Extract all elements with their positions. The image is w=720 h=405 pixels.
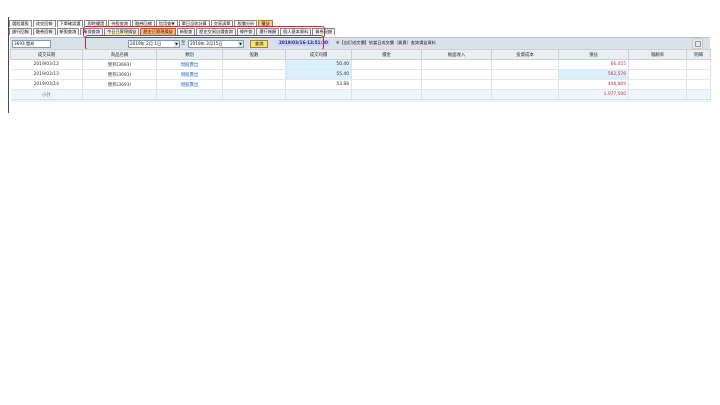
- table-header: 成交日期 商品名稱 類別 股數 成交均價 價金 帳面收入 投資成本 損益 報酬率…: [10, 49, 711, 60]
- menu-tab[interactable]: 下單確認選: [56, 20, 84, 27]
- cell-income: [421, 59, 492, 70]
- cell-cost: [491, 59, 559, 70]
- cell-return: [628, 59, 687, 70]
- col-header[interactable]: 帳面收入: [421, 49, 492, 60]
- stock-select-value: 3693 營邦: [14, 41, 35, 46]
- subtotal-label: 小計: [10, 89, 83, 100]
- cell-detail[interactable]: [686, 69, 711, 80]
- stock-select[interactable]: 3693 營邦: [12, 40, 51, 48]
- cell-empty: [82, 89, 157, 100]
- cell-avg-price: 50.40: [285, 59, 352, 70]
- cell-pnl: 448,869: [558, 79, 629, 90]
- col-header[interactable]: 投資成本: [491, 49, 559, 60]
- cell-detail[interactable]: [686, 59, 711, 70]
- cell-shares: [222, 79, 286, 90]
- col-header[interactable]: 商品名稱: [82, 49, 157, 60]
- menu-tab[interactable]: 成交回報: [32, 20, 56, 27]
- col-header[interactable]: 明細: [686, 49, 711, 60]
- cell-empty: [222, 89, 286, 100]
- cell-empty: [491, 89, 559, 100]
- col-header[interactable]: 報酬率: [628, 49, 687, 60]
- cell-empty: [628, 89, 687, 100]
- cell-name: 營邦(3693): [82, 59, 157, 70]
- col-header[interactable]: 類別: [156, 49, 223, 60]
- subtotal-row: 小計 1,077,500: [10, 89, 711, 100]
- col-header[interactable]: 股數: [222, 49, 286, 60]
- cell-type[interactable]: 現股賣出: [156, 69, 223, 80]
- cell-empty: [421, 89, 492, 100]
- cell-empty: [686, 89, 711, 100]
- query-tab[interactable]: 融券回報: [32, 28, 56, 35]
- cell-cost: [491, 79, 559, 90]
- col-header[interactable]: 成交均價: [285, 49, 352, 60]
- cell-amount: [351, 79, 422, 90]
- cell-income: [421, 69, 492, 80]
- highlight-box-query: [85, 35, 324, 50]
- window-restore-icon[interactable]: [692, 38, 703, 49]
- cell-date: 2019/03/14: [10, 79, 83, 90]
- cell-cost: [491, 69, 559, 80]
- cell-empty: [156, 89, 223, 100]
- cell-name: 營邦(3693): [82, 69, 157, 80]
- cell-pnl: 66,055: [558, 59, 629, 70]
- col-header[interactable]: 損益: [558, 49, 629, 60]
- cell-date: 2019/03/13: [10, 69, 83, 80]
- cell-avg-price: 55.40: [285, 69, 352, 80]
- cell-empty: [351, 89, 422, 100]
- cell-avg-price: 53.88: [285, 79, 352, 90]
- cell-type[interactable]: 現股賣出: [156, 59, 223, 70]
- price-note: ※【自訂成交價】依當日成交價（買賣）查詢損益資料: [336, 40, 436, 45]
- cell-pnl: 562,576: [558, 69, 629, 80]
- cell-return: [628, 79, 687, 90]
- cell-name: 營邦(3693): [82, 79, 157, 90]
- cell-return: [628, 69, 687, 80]
- table-row[interactable]: 2019/03/14 營邦(3693) 現股賣出 53.88 448,869: [10, 79, 711, 90]
- cell-type[interactable]: 現股賣出: [156, 79, 223, 90]
- menu-tab[interactable]: 選股選股: [9, 20, 32, 27]
- table-footer-band: [10, 99, 711, 102]
- cell-detail[interactable]: [686, 79, 711, 90]
- cell-amount: [351, 69, 422, 80]
- query-tab[interactable]: 新股查詢: [56, 28, 80, 35]
- cell-shares: [222, 69, 286, 80]
- cell-amount: [351, 59, 422, 70]
- col-header[interactable]: 成交日期: [10, 49, 83, 60]
- col-header[interactable]: 價金: [351, 49, 422, 60]
- cell-income: [421, 79, 492, 90]
- cell-date: 2019/03/12: [10, 59, 83, 70]
- pnl-table: 成交日期 商品名稱 類別 股數 成交均價 價金 帳面收入 投資成本 損益 報酬率…: [10, 49, 711, 102]
- cell-empty: [285, 89, 352, 100]
- table-row[interactable]: 2019/03/12 營邦(3693) 現股賣出 50.40 66,055: [10, 59, 711, 70]
- subtotal-pnl: 1,077,500: [558, 89, 629, 100]
- query-tab[interactable]: 銀行回報: [9, 28, 32, 35]
- table-row[interactable]: 2019/03/13 營邦(3693) 現股賣出 55.40 562,576: [10, 69, 711, 80]
- cell-shares: [222, 59, 286, 70]
- footer-band: [10, 99, 711, 102]
